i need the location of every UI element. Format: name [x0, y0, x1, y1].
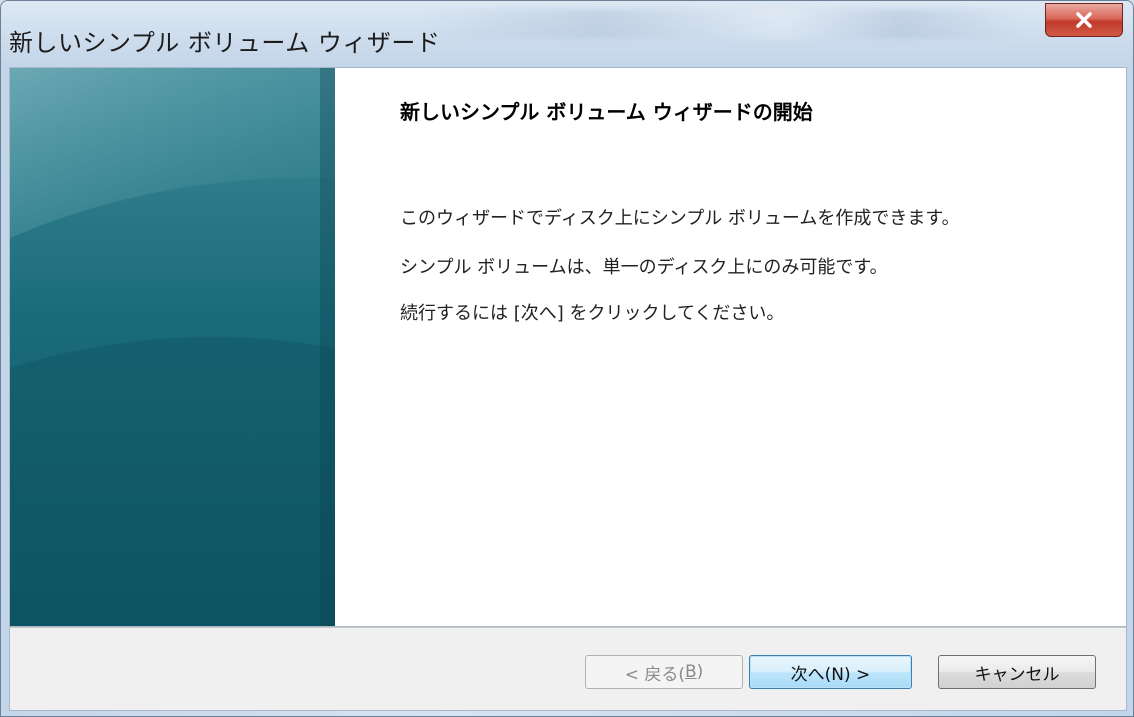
- next-button[interactable]: 次へ(N) >: [749, 655, 912, 689]
- wizard-content: 新しいシンプル ボリューム ウィザードの開始 このウィザードでディスク上にシンプ…: [9, 67, 1127, 627]
- cancel-button[interactable]: キャンセル: [938, 655, 1096, 689]
- wizard-heading: 新しいシンプル ボリューム ウィザードの開始: [400, 100, 813, 124]
- close-button[interactable]: [1045, 3, 1123, 37]
- back-button[interactable]: < 戻る(B): [585, 655, 743, 689]
- back-button-label-end: ): [696, 662, 704, 682]
- wizard-window: 新しいシンプル ボリューム ウィザード 新しいシンプル ボリューム ウィザードの…: [0, 0, 1134, 717]
- next-button-label: 次へ(N) >: [790, 664, 871, 685]
- back-button-accesskey: B: [684, 662, 697, 682]
- back-button-label: < 戻る(: [624, 664, 685, 685]
- description-line-2: シンプル ボリュームは、単一のディスク上にのみ可能です。: [400, 257, 888, 278]
- wizard-banner-image: [10, 68, 335, 626]
- button-bar: < 戻る(B) 次へ(N) > キャンセル: [9, 627, 1127, 711]
- cancel-button-label: キャンセル: [974, 664, 1060, 685]
- description-line-1: このウィザードでディスク上にシンプル ボリュームを作成できます。: [400, 208, 960, 229]
- title-bar[interactable]: 新しいシンプル ボリューム ウィザード: [1, 1, 1133, 67]
- close-icon: [1076, 12, 1092, 28]
- window-title: 新しいシンプル ボリューム ウィザード: [9, 29, 441, 57]
- description-line-3: 続行するには [次へ] をクリックしてください。: [400, 303, 785, 324]
